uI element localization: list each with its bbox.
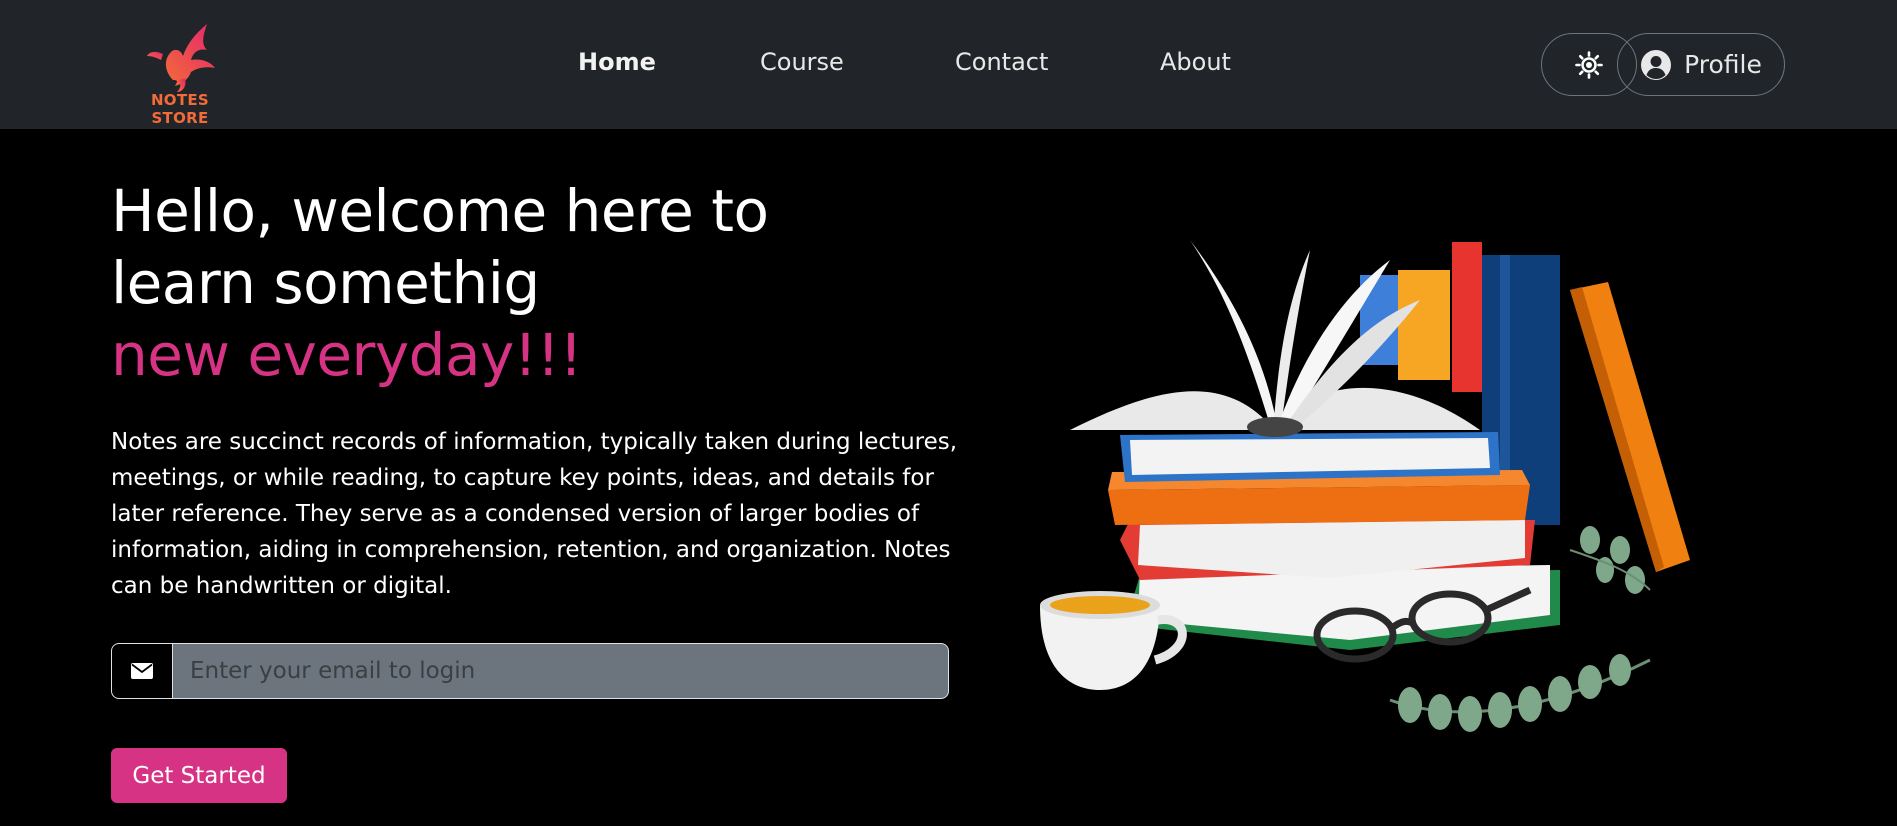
hero-title-line-2: learn somethig xyxy=(111,249,540,317)
email-icon-box xyxy=(111,643,173,699)
envelope-icon xyxy=(131,663,153,679)
book-red xyxy=(1452,242,1482,392)
brand-name: NOTES STORE xyxy=(150,91,210,127)
nav-about[interactable]: About xyxy=(1160,48,1231,76)
navbar: NOTES STORE Home Course Contact About Pr… xyxy=(0,0,1897,129)
email-input[interactable] xyxy=(173,643,949,699)
nav-course[interactable]: Course xyxy=(760,48,955,76)
hero-title-line-1: Hello, welcome here to xyxy=(111,177,769,245)
sun-icon xyxy=(1575,50,1603,79)
profile-button[interactable]: Profile xyxy=(1617,33,1785,96)
books-stack-illustration xyxy=(1040,240,1690,732)
main-nav: Home Course Contact About xyxy=(578,48,1231,76)
nav-contact[interactable]: Contact xyxy=(955,48,1160,76)
book-yellow xyxy=(1398,270,1450,380)
email-login-group xyxy=(111,643,949,699)
profile-label: Profile xyxy=(1684,50,1762,79)
get-started-button[interactable]: Get Started xyxy=(111,748,287,803)
hero-description: Notes are succinct records of informatio… xyxy=(111,429,958,599)
book-orange-flat xyxy=(1108,485,1530,525)
user-circle-icon xyxy=(1641,49,1672,80)
hero-title-accent: new everyday!!! xyxy=(111,321,583,389)
brand-logo[interactable]: NOTES STORE xyxy=(125,20,235,127)
nav-home[interactable]: Home xyxy=(578,48,760,76)
hero-heading: Hello, welcome here to learn somethig ne… xyxy=(111,175,971,391)
bird-logo-icon xyxy=(147,24,215,92)
